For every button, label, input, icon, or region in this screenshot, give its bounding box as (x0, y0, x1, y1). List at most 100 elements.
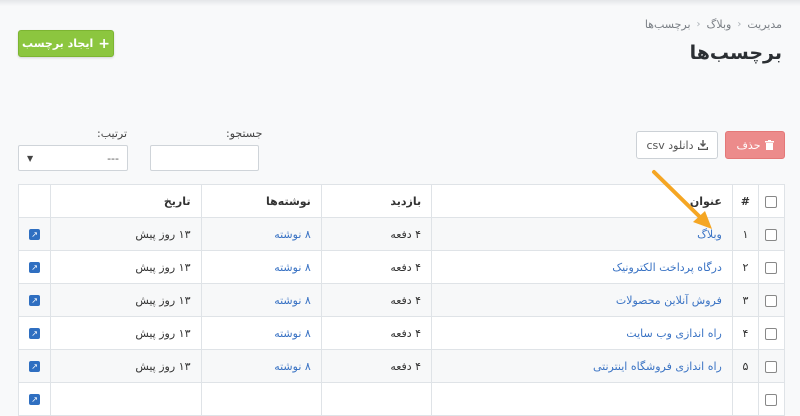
row-posts-cell (200, 382, 322, 416)
download-icon (697, 140, 708, 150)
row-check-cell (757, 250, 786, 284)
table-header-row: # عنوان بازدید نوشته‌ها تاریخ (17, 184, 786, 218)
page-title: برچسب‌ها (689, 42, 782, 64)
table-row: ↗ (17, 382, 786, 416)
row-visits: ۴ دفعه (320, 250, 433, 284)
table-row: ۳ فروش آنلاین محصولات ۴ دفعه ۸ نوشته ۱۳ … (17, 283, 786, 317)
row-posts-link[interactable]: ۸ نوشته (274, 261, 311, 274)
row-check-cell (757, 217, 786, 251)
row-checkbox[interactable] (765, 360, 778, 373)
col-header-num: # (731, 184, 759, 218)
delete-label: حذف (736, 138, 761, 152)
row-action-cell: ↗ (17, 250, 52, 284)
row-date (50, 382, 202, 416)
col-header-title[interactable]: عنوان (431, 184, 733, 218)
row-number: ۳ (731, 283, 759, 317)
row-number: ۲ (731, 250, 759, 284)
row-number: ۴ (731, 316, 759, 350)
edit-icon[interactable]: ↗ (29, 361, 41, 372)
breadcrumb: مدیریت ‹ وبلاگ ‹ برچسب‌ها (645, 18, 782, 31)
row-posts-cell: ۸ نوشته (200, 283, 322, 317)
row-check-cell (757, 382, 786, 416)
sort-label: ترتیب: (97, 127, 128, 140)
row-title-cell: وبلاگ (431, 217, 733, 251)
row-checkbox[interactable] (765, 294, 778, 307)
row-action-cell: ↗ (17, 382, 52, 416)
table-row: ۵ راه اندازی فروشگاه اینترنتی ۴ دفعه ۸ ن… (17, 349, 786, 383)
breadcrumb-item-tags: برچسب‌ها (644, 18, 691, 31)
row-posts-link[interactable]: ۸ نوشته (274, 228, 311, 241)
top-shadow (0, 0, 800, 6)
table-row: ۲ درگاه پرداخت الکترونیک ۴ دفعه ۸ نوشته … (17, 250, 786, 284)
row-visits: ۴ دفعه (320, 283, 433, 317)
row-checkbox[interactable] (765, 327, 778, 340)
breadcrumb-item-blog[interactable]: وبلاگ (707, 18, 732, 31)
row-date: ۱۳ روز پیش (50, 250, 202, 284)
row-title-link[interactable]: فروش آنلاین محصولات (616, 294, 722, 307)
edit-icon[interactable]: ↗ (29, 328, 41, 339)
row-date: ۱۳ روز پیش (50, 283, 202, 317)
row-visits: ۴ دفعه (320, 217, 433, 251)
download-csv-button[interactable]: دانلود csv (636, 131, 718, 159)
row-posts-link[interactable]: ۸ نوشته (274, 294, 311, 307)
row-number: ۱ (731, 217, 759, 251)
caret-down-icon: ▼ (27, 153, 34, 163)
col-header-actions (17, 184, 52, 218)
trash-icon (764, 140, 774, 150)
row-date: ۱۳ روز پیش (50, 349, 202, 383)
row-check-cell (757, 349, 786, 383)
row-posts-cell: ۸ نوشته (200, 250, 322, 284)
table-row: ۱ وبلاگ ۴ دفعه ۸ نوشته ۱۳ روز پیش ↗ (17, 217, 786, 251)
select-all-checkbox[interactable] (765, 195, 778, 208)
download-csv-label: دانلود csv (646, 138, 694, 152)
row-date: ۱۳ روز پیش (50, 316, 202, 350)
breadcrumb-separator-icon: ‹ (737, 19, 742, 30)
row-action-cell: ↗ (17, 316, 52, 350)
edit-icon[interactable]: ↗ (29, 229, 41, 240)
row-checkbox[interactable] (765, 261, 778, 274)
row-checkbox[interactable] (765, 228, 778, 241)
tags-table: # عنوان بازدید نوشته‌ها تاریخ ۱ وبلاگ ۴ … (17, 184, 786, 416)
row-posts-link[interactable]: ۸ نوشته (274, 360, 311, 373)
delete-button[interactable]: حذف (725, 131, 785, 159)
row-number (731, 382, 759, 416)
sort-select[interactable]: ▼ --- (18, 145, 128, 171)
row-posts-cell: ۸ نوشته (200, 217, 322, 251)
edit-icon[interactable]: ↗ (29, 262, 41, 273)
row-action-cell: ↗ (17, 349, 52, 383)
row-title-link[interactable]: درگاه پرداخت الکترونیک (612, 261, 722, 274)
row-number: ۵ (731, 349, 759, 383)
breadcrumb-separator-icon: ‹ (696, 19, 701, 30)
create-tag-label: ایجاد برچسب (22, 37, 94, 50)
row-title-link[interactable]: وبلاگ (697, 228, 722, 241)
row-posts-cell: ۸ نوشته (200, 349, 322, 383)
row-title-link[interactable]: راه اندازی وب سایت (626, 327, 722, 340)
plus-icon: + (98, 35, 110, 52)
col-header-posts[interactable]: نوشته‌ها (200, 184, 322, 218)
row-visits (320, 382, 433, 416)
row-title-cell: فروش آنلاین محصولات (431, 283, 733, 317)
row-check-cell (757, 283, 786, 317)
row-check-cell (757, 316, 786, 350)
row-title-link[interactable]: راه اندازی فروشگاه اینترنتی (593, 360, 722, 373)
row-date: ۱۳ روز پیش (50, 217, 202, 251)
row-title-cell: راه اندازی وب سایت (431, 316, 733, 350)
breadcrumb-item-admin[interactable]: مدیریت (747, 18, 782, 31)
edit-icon[interactable]: ↗ (29, 295, 41, 306)
select-all-cell (757, 184, 786, 218)
row-title-cell: درگاه پرداخت الکترونیک (431, 250, 733, 284)
row-visits: ۴ دفعه (320, 316, 433, 350)
create-tag-button[interactable]: + ایجاد برچسب (18, 30, 114, 57)
sort-select-value: --- (107, 151, 119, 165)
row-title-cell (431, 382, 733, 416)
row-posts-link[interactable]: ۸ نوشته (274, 327, 311, 340)
search-label: جستجو: (226, 127, 263, 140)
row-posts-cell: ۸ نوشته (200, 316, 322, 350)
search-input[interactable] (150, 145, 259, 171)
row-visits: ۴ دفعه (320, 349, 433, 383)
col-header-visits[interactable]: بازدید (320, 184, 433, 218)
col-header-date[interactable]: تاریخ (50, 184, 202, 218)
table-row: ۴ راه اندازی وب سایت ۴ دفعه ۸ نوشته ۱۳ ر… (17, 316, 786, 350)
row-action-cell: ↗ (17, 217, 52, 251)
row-title-cell: راه اندازی فروشگاه اینترنتی (431, 349, 733, 383)
